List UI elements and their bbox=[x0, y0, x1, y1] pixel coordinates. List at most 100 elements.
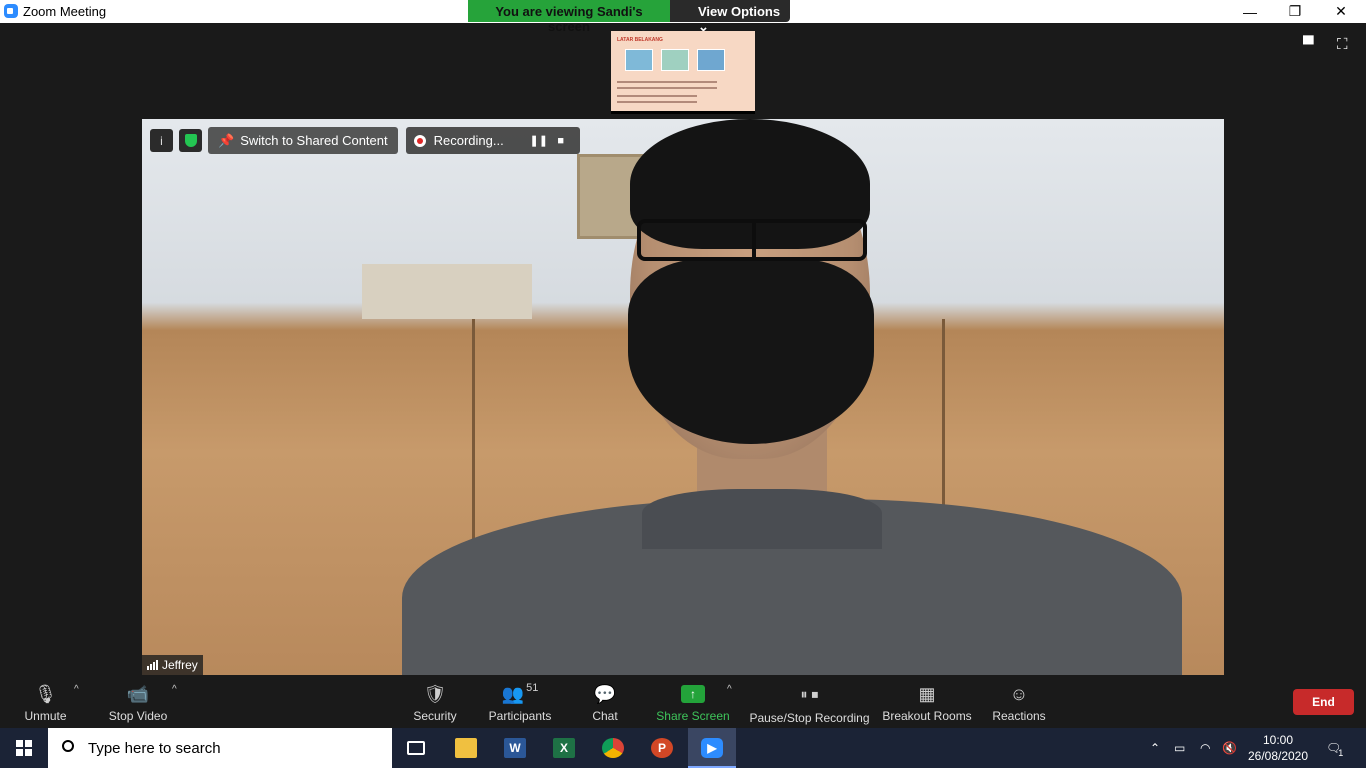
breakout-rooms-label: Breakout Rooms bbox=[882, 709, 972, 723]
breakout-rooms-icon: ▦ bbox=[918, 683, 936, 704]
taskbar-clock[interactable]: 10:00 26/08/2020 bbox=[1246, 732, 1310, 764]
chrome-button[interactable] bbox=[589, 728, 637, 768]
wifi-icon[interactable]: ◠ bbox=[1200, 728, 1210, 768]
windows-logo-icon bbox=[16, 740, 32, 756]
thumbnail-text-line bbox=[617, 101, 697, 103]
recording-label: Recording... bbox=[433, 133, 504, 148]
gallery-view-icon[interactable]: ▀ bbox=[1303, 36, 1314, 53]
minimize-button[interactable]: — bbox=[1227, 0, 1273, 23]
muted-microphone-icon: 🎙 bbox=[34, 683, 57, 704]
fullscreen-icon[interactable]: ⛶ bbox=[1337, 36, 1348, 53]
folder-icon bbox=[455, 738, 477, 758]
taskbar-search-box[interactable]: Type here to search bbox=[48, 728, 392, 768]
shield-icon: 🛡 bbox=[423, 683, 447, 704]
excel-button[interactable]: X bbox=[540, 728, 588, 768]
reactions-label: Reactions bbox=[992, 709, 1046, 723]
thumbnail-text-line bbox=[617, 95, 697, 97]
person-face-mask bbox=[628, 259, 874, 444]
viewing-label: You are viewing Sandi's screen bbox=[468, 0, 670, 34]
thumbnail-card bbox=[625, 49, 653, 71]
zoom-app-icon bbox=[4, 4, 18, 18]
close-button[interactable]: ✕ bbox=[1318, 0, 1364, 23]
search-icon bbox=[62, 740, 74, 752]
thumbnail-title: LATAR BELAKANG bbox=[617, 37, 663, 43]
video-camera-icon: 📹 bbox=[126, 683, 150, 704]
stop-video-button[interactable]: 📹 Stop Video bbox=[105, 680, 171, 724]
chat-bubble-icon: 💬 bbox=[593, 683, 617, 704]
share-screen-button[interactable]: ↑ Share Screen bbox=[656, 680, 730, 723]
chat-label: Chat bbox=[592, 709, 618, 723]
background-box bbox=[362, 264, 532, 319]
view-options-button[interactable]: View Options ⌄ bbox=[670, 0, 790, 34]
restore-button[interactable]: ❐ bbox=[1272, 0, 1318, 23]
participants-icon: 👥 51 bbox=[501, 682, 539, 704]
powerpoint-icon: P bbox=[651, 738, 673, 758]
security-button[interactable]: 🛡 Security bbox=[408, 680, 462, 724]
chevron-up-icon: ⌃ bbox=[1150, 741, 1161, 755]
person-collar bbox=[642, 489, 882, 549]
chat-button[interactable]: 💬 Chat bbox=[585, 680, 625, 724]
battery-icon[interactable]: ▭ bbox=[1174, 728, 1185, 768]
video-toolbar: i 📌 Switch to Shared Content Recording..… bbox=[150, 127, 580, 154]
unmute-button[interactable]: 🎙 Unmute bbox=[18, 680, 73, 724]
stop-recording-button[interactable]: ■ bbox=[550, 130, 572, 152]
file-explorer-button[interactable] bbox=[442, 728, 490, 768]
windows-taskbar: Type here to search W X P ▶ ⌃ ▭ ◠ 🔇 10:0… bbox=[0, 728, 1366, 768]
meeting-controls-bar: 🎙 Unmute ^ 📹 Stop Video ^ 🛡 Security 👥 51… bbox=[0, 678, 1366, 728]
share-screen-arrow-icon: ↑ bbox=[681, 685, 705, 703]
participants-label: Participants bbox=[488, 709, 552, 723]
excel-icon: X bbox=[553, 738, 575, 758]
thumbnail-card bbox=[661, 49, 689, 71]
volume-muted-icon[interactable]: 🔇 bbox=[1222, 728, 1237, 768]
zoom-taskbar-button[interactable]: ▶ bbox=[688, 728, 736, 768]
shared-content-thumbnail[interactable]: LATAR BELAKANG bbox=[611, 31, 755, 114]
thumbnail-card bbox=[697, 49, 725, 71]
stop-video-label: Stop Video bbox=[108, 709, 168, 723]
zoom-icon: ▶ bbox=[701, 738, 723, 758]
reactions-button[interactable]: ☺ Reactions bbox=[991, 680, 1047, 724]
pause-stop-recording-icon: ⏸ ⏹ bbox=[800, 685, 819, 702]
audio-options-caret[interactable]: ^ bbox=[74, 684, 79, 695]
share-options-caret[interactable]: ^ bbox=[727, 684, 732, 695]
video-options-caret[interactable]: ^ bbox=[172, 684, 177, 695]
task-view-icon bbox=[407, 741, 425, 755]
security-label: Security bbox=[413, 709, 457, 723]
word-icon: W bbox=[504, 738, 526, 758]
participants-count: 51 bbox=[526, 682, 539, 694]
pause-recording-button[interactable]: ❚❚ bbox=[528, 130, 550, 152]
share-screen-label: Share Screen bbox=[656, 709, 730, 723]
chrome-icon bbox=[602, 738, 624, 758]
start-button[interactable] bbox=[0, 728, 48, 768]
speaker-name: Jeffrey bbox=[162, 658, 198, 672]
participants-button[interactable]: 👥 51 Participants bbox=[486, 680, 554, 723]
encryption-shield-icon[interactable] bbox=[179, 129, 202, 152]
search-placeholder: Type here to search bbox=[88, 739, 221, 757]
unmute-label: Unmute bbox=[24, 709, 67, 723]
show-hidden-icons-button[interactable]: ⌃ bbox=[1150, 728, 1160, 768]
thumbnail-text-line bbox=[617, 87, 717, 89]
meeting-info-icon[interactable]: i bbox=[150, 129, 173, 152]
active-speaker-video bbox=[142, 119, 1224, 675]
breakout-rooms-button[interactable]: ▦ Breakout Rooms bbox=[882, 680, 972, 724]
pin-icon: 📌 bbox=[218, 132, 235, 148]
task-view-button[interactable] bbox=[392, 728, 440, 768]
notifications-count: 1 bbox=[1338, 748, 1344, 758]
word-button[interactable]: W bbox=[491, 728, 539, 768]
recording-dot-icon bbox=[413, 134, 426, 147]
pause-stop-recording-label: Pause/Stop Recording bbox=[749, 711, 870, 725]
clock-time: 10:00 bbox=[1262, 733, 1294, 747]
person-glasses bbox=[637, 219, 867, 261]
pause-stop-recording-button[interactable]: ⏸ ⏹ Pause/Stop Recording bbox=[749, 680, 870, 726]
action-center-button[interactable]: 🗨 1 bbox=[1326, 728, 1343, 768]
end-meeting-button[interactable]: End bbox=[1293, 689, 1354, 715]
switch-to-shared-content-button[interactable]: 📌 Switch to Shared Content bbox=[208, 127, 398, 154]
smiley-plus-icon: ☺ bbox=[1009, 683, 1029, 704]
thumbnail-text-line bbox=[617, 81, 717, 83]
switch-label: Switch to Shared Content bbox=[240, 133, 388, 148]
clock-date: 26/08/2020 bbox=[1247, 749, 1309, 763]
powerpoint-button[interactable]: P bbox=[638, 728, 686, 768]
recording-indicator: Recording... ❚❚ ■ bbox=[405, 127, 580, 154]
viewing-banner: You are viewing Sandi's screen View Opti… bbox=[468, 0, 790, 34]
speaker-name-tag: Jeffrey bbox=[142, 655, 203, 675]
signal-strength-icon bbox=[147, 660, 158, 670]
